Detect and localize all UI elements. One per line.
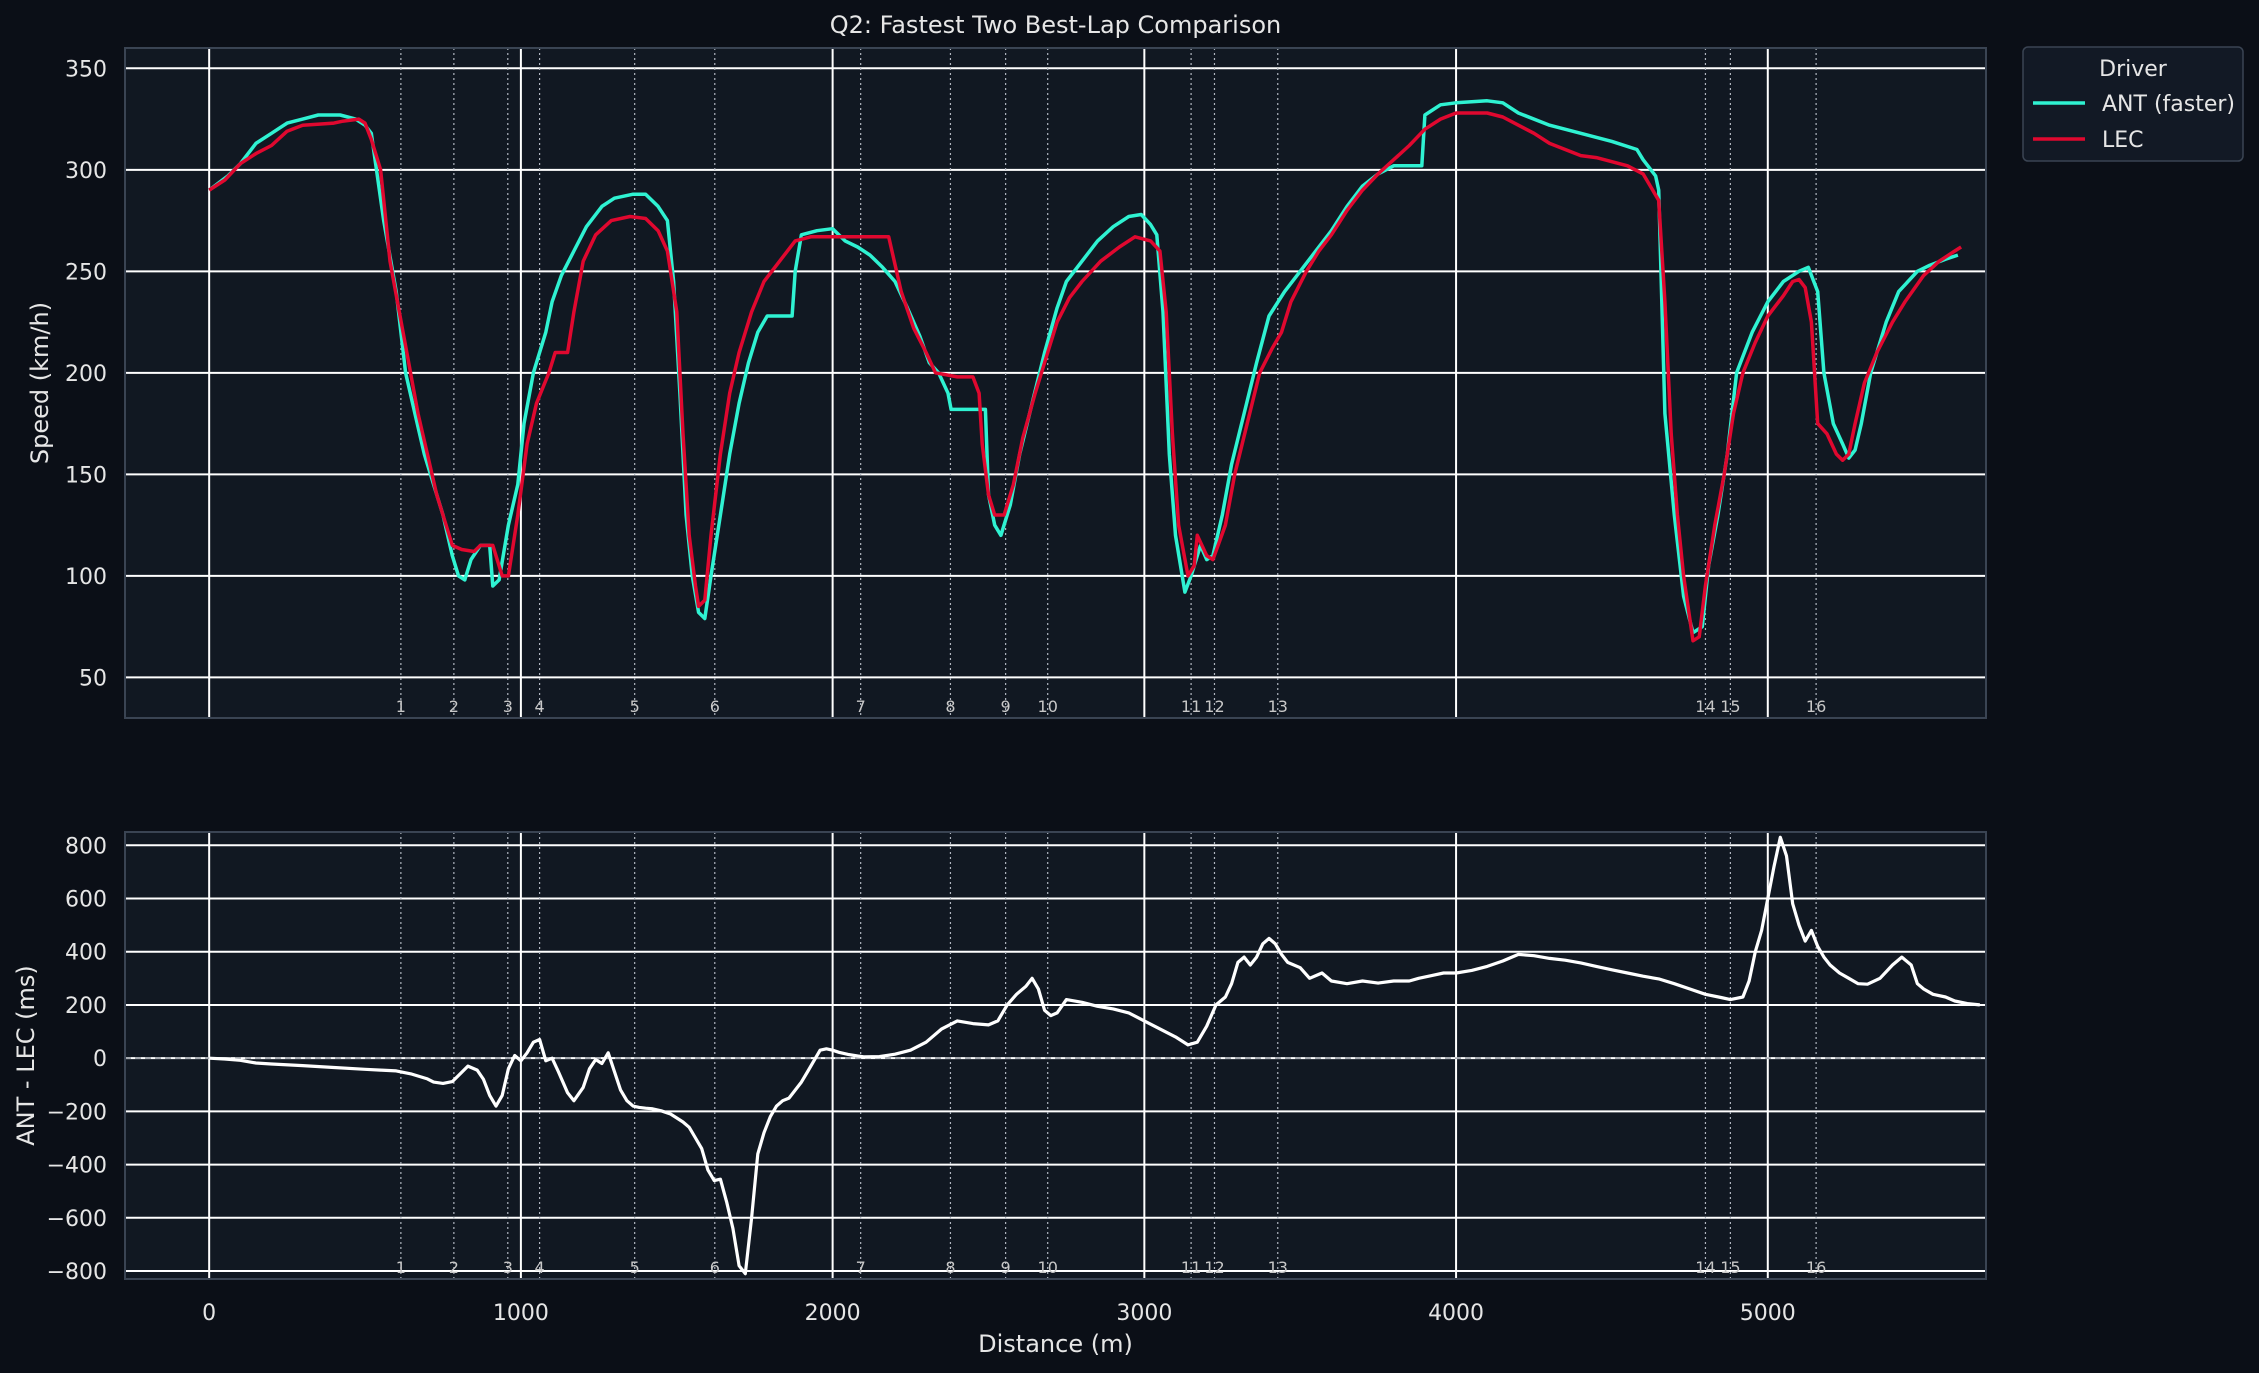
delta-y-tick-600: 600 (65, 888, 107, 913)
speed-panel: 1 2 3 4 5 6 7 8 9 10 11 12 13 14 15 16 5010015020025030… (26, 11, 1987, 719)
x-tick-2000: 2000 (805, 1301, 861, 1326)
delta-corner-label-9: 9 (1001, 1258, 1011, 1277)
x-tick-4000: 4000 (1428, 1301, 1484, 1326)
speed-corner-label-8: 8 (945, 697, 955, 716)
delta-y-axis-label: ANT - LEC (ms) (12, 965, 40, 1145)
delta-corner-label-5: 5 (630, 1258, 640, 1277)
x-tick-0: 0 (202, 1301, 216, 1326)
speed-corner-label-16: 16 (1806, 697, 1826, 716)
delta-y-tick-400: 400 (65, 941, 107, 966)
delta-corner-label-7: 7 (856, 1258, 866, 1277)
delta-corner-label-1: 1 (396, 1258, 406, 1277)
delta-corner-label-16: 16 (1806, 1258, 1826, 1277)
delta-y-tick-200: 200 (65, 994, 107, 1019)
delta-corner-label-10: 10 (1038, 1258, 1058, 1277)
x-tick-1000: 1000 (493, 1301, 549, 1326)
delta-corner-label-14: 14 (1695, 1258, 1715, 1277)
delta-y-tick-0: 0 (93, 1047, 107, 1072)
x-axis-label: Distance (m) (978, 1330, 1133, 1358)
speed-y-tick-50: 50 (79, 666, 107, 691)
speed-corner-label-9: 9 (1001, 697, 1011, 716)
x-tick-3000: 3000 (1116, 1301, 1172, 1326)
speed-corner-label-4: 4 (535, 697, 545, 716)
speed-corner-label-7: 7 (856, 697, 866, 716)
legend: Driver ANT (faster) LEC (2022, 46, 2244, 162)
delta-corner-label-8: 8 (945, 1258, 955, 1277)
speed-corner-label-5: 5 (630, 697, 640, 716)
delta-corner-label-11: 11 (1181, 1258, 1201, 1277)
speed-corner-label-6: 6 (710, 697, 720, 716)
speed-corner-label-2: 2 (449, 697, 459, 716)
x-tick-5000: 5000 (1740, 1301, 1796, 1326)
delta-corner-label-4: 4 (535, 1258, 545, 1277)
delta-y-tick--200: −200 (47, 1100, 107, 1125)
speed-plot-area (125, 48, 1986, 718)
chart-canvas: 1 2 3 4 5 6 7 8 9 10 11 12 13 14 15 16 5010015020025030… (12, 11, 2244, 1358)
speed-corner-label-11: 11 (1181, 697, 1201, 716)
delta-y-tick--400: −400 (47, 1154, 107, 1179)
delta-corner-label-3: 3 (503, 1258, 513, 1277)
delta-corner-label-6: 6 (710, 1258, 720, 1277)
delta-corner-label-13: 13 (1268, 1258, 1288, 1277)
speed-y-tick-150: 150 (65, 463, 107, 488)
delta-y-tick--600: −600 (47, 1207, 107, 1232)
speed-corner-label-3: 3 (503, 697, 513, 716)
delta-panel: 1 2 3 4 5 6 7 8 9 10 11 12 13 14 15 16 −800−600−400−200… (12, 831, 1987, 1358)
speed-y-axis-label: Speed (km/h) (26, 302, 54, 464)
speed-y-tick-250: 250 (65, 260, 107, 285)
delta-y-ticks: −800 −600 −400 −200 0 200 400 600 800 (47, 834, 107, 1285)
chart-title: Q2: Fastest Two Best-Lap Comparison (830, 11, 1281, 39)
legend-title: Driver (2099, 57, 2168, 82)
speed-corner-label-10: 10 (1038, 697, 1058, 716)
legend-label-lec: LEC (2102, 128, 2144, 153)
speed-corner-label-1: 1 (396, 697, 406, 716)
delta-corner-label-2: 2 (449, 1258, 459, 1277)
speed-corner-label-15: 15 (1720, 697, 1740, 716)
speed-y-tick-200: 200 (65, 362, 107, 387)
speed-y-tick-350: 350 (65, 57, 107, 82)
delta-y-tick-800: 800 (65, 834, 107, 859)
delta-corner-label-15: 15 (1720, 1258, 1740, 1277)
delta-y-tick--800: −800 (47, 1260, 107, 1285)
speed-corner-label-12: 12 (1204, 697, 1224, 716)
legend-label-ant: ANT (faster) (2102, 92, 2235, 117)
speed-y-tick-100: 100 (65, 565, 107, 590)
x-ticks: 0 1000 2000 3000 4000 5000 (202, 1301, 1796, 1326)
speed-corner-label-14: 14 (1695, 697, 1715, 716)
speed-corner-label-13: 13 (1268, 697, 1288, 716)
speed-y-tick-300: 300 (65, 159, 107, 184)
speed-y-ticks: 50 100 150 200 250 300 350 (65, 57, 107, 691)
delta-corner-label-12: 12 (1204, 1258, 1224, 1277)
